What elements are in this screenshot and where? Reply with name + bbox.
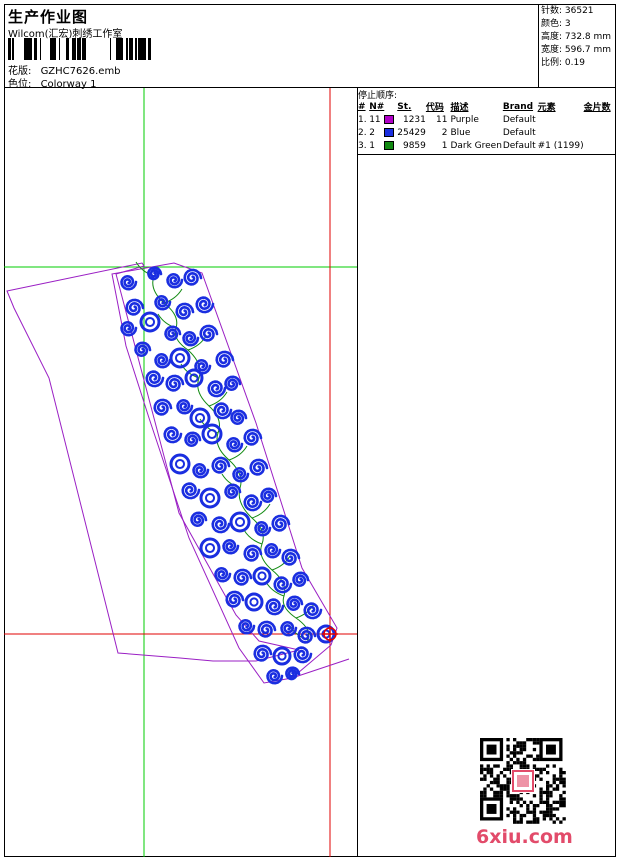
table-header-row: # N# St. 代码 描述 Brand 元素 金片数 [358, 100, 616, 114]
embroidery-band-outline [111, 262, 338, 684]
row-sequins [584, 139, 616, 152]
row-needle: 1 [369, 140, 375, 151]
row-sequins [584, 126, 616, 139]
col-element-header: 元素 [537, 103, 556, 113]
qr-code [480, 738, 566, 824]
embroidery-design-canvas [4, 88, 357, 857]
stat-scale: 比例: 0.19 [541, 58, 585, 68]
color-swatch [384, 114, 395, 124]
column-divider [357, 88, 358, 857]
stop-sequence-table: # N# St. 代码 描述 Brand 元素 金片数 1. 11 1231 11 Pu… [358, 100, 616, 152]
row-description: Purple [450, 114, 479, 125]
header: 生产作业图 Wilcom(汇宏)刺绣工作室 花版: GZHC7626.emb 色… [4, 4, 616, 90]
col-code-header: 代码 [425, 103, 444, 113]
row-stitches: 1231 [402, 114, 426, 125]
col-sequins-header: 金片数 [583, 103, 611, 113]
start-point-marker [322, 626, 338, 642]
row-element [538, 126, 584, 139]
col-stitches-header: St. [397, 101, 412, 112]
row-element [538, 113, 584, 126]
stat-height: 高度: 732.8 mm [541, 32, 612, 42]
panel-rule [358, 154, 616, 155]
row-code: 2 [441, 127, 448, 138]
barcode [8, 38, 151, 60]
color-swatch [384, 127, 395, 137]
row-sequins [584, 113, 616, 126]
row-color-swatch [384, 139, 397, 152]
watermark-text: 6xiu.com [476, 826, 573, 848]
row-description: Dark Green [450, 140, 502, 151]
row-index: 2. [358, 127, 367, 138]
stat-stitches: 针数: 36521 [541, 6, 594, 16]
color-swatch [384, 140, 395, 150]
table-row: 3. 1 9859 1 Dark Green Default #1 (1199) [358, 139, 616, 152]
row-brand: Default [502, 127, 536, 138]
row-color-swatch [384, 113, 397, 126]
table-row: 2. 2 25429 2 Blue Default [358, 126, 616, 139]
row-brand: Default [502, 114, 536, 125]
row-code: 1 [441, 140, 448, 151]
spiral-motifs [120, 266, 336, 685]
row-element: #1 (1199) [537, 140, 584, 151]
col-needle-header: N# [369, 101, 385, 112]
stat-colors: 颜色: 3 [541, 19, 571, 29]
row-needle: 11 [369, 114, 381, 125]
col-swatch-header [384, 100, 397, 113]
row-color-swatch [384, 126, 397, 139]
design-stats: 针数: 36521 颜色: 3 高度: 732.8 mm 宽度: 596.7 m… [538, 4, 616, 88]
row-index: 1. [358, 114, 367, 125]
row-needle: 2 [369, 127, 375, 138]
table-row: 1. 11 1231 11 Purple Default [358, 113, 616, 126]
row-stitches: 25429 [397, 127, 426, 138]
col-brand-header: Brand [502, 101, 534, 112]
stat-width: 宽度: 596.7 mm [541, 45, 612, 55]
col-index-header: # [358, 101, 366, 112]
row-index: 3. [358, 140, 367, 151]
row-code: 11 [436, 114, 448, 125]
row-description: Blue [450, 127, 471, 138]
row-stitches: 9859 [402, 140, 426, 151]
col-description-header: 描述 [450, 103, 469, 113]
page-title: 生产作业图 [8, 8, 89, 26]
row-brand: Default [502, 140, 536, 151]
